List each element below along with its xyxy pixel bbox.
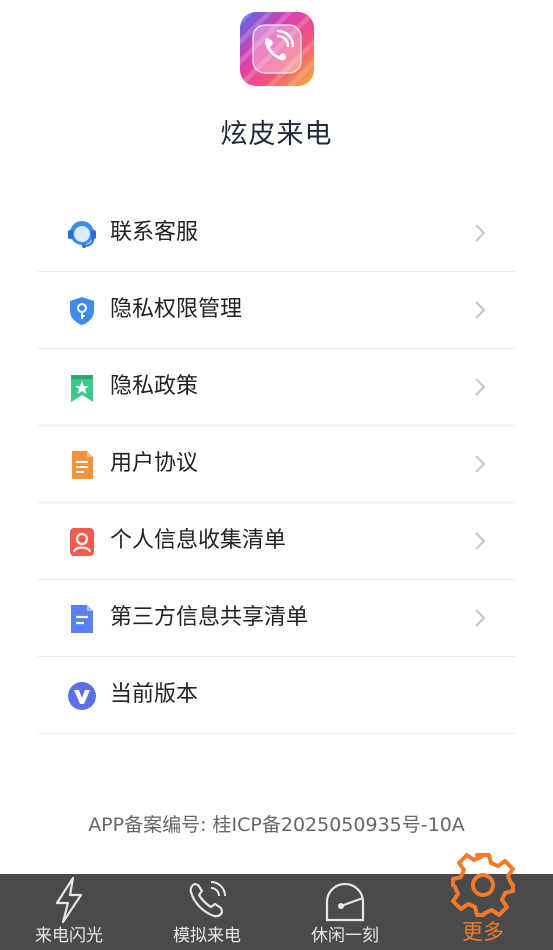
app-title: 炫皮来电 — [220, 119, 333, 150]
icp-record-text: APP备案编号: 桂ICP备2025050935号-10A — [88, 814, 465, 836]
chevron-right-icon — [473, 607, 487, 629]
v-badge-icon — [66, 680, 98, 712]
menu-item-privacy-permissions[interactable]: 隐私权限管理 — [38, 272, 515, 349]
menu-item-third-party-sharing[interactable]: 第三方信息共享清单 — [38, 580, 515, 657]
chevron-right-icon — [473, 530, 487, 552]
menu-item-label: 隐私权限管理 — [110, 297, 243, 322]
tab-label: 更多 — [462, 920, 504, 944]
menu-item-current-version[interactable]: 当前版本 — [38, 657, 515, 734]
chevron-right-icon — [473, 299, 487, 321]
menu-item-label: 当前版本 — [110, 682, 199, 707]
tab-label: 模拟来电 — [173, 926, 241, 946]
settings-menu: 联系客服 隐私权限管理 隐私政策 用户协议 个人信息收集清单 第三方信息共享清单… — [38, 195, 515, 734]
menu-item-label: 用户协议 — [110, 451, 199, 476]
bottom-tab-bar: 来电闪光 模拟来电 休闲一刻 更多 — [0, 853, 553, 950]
person-card-icon — [66, 526, 98, 558]
menu-item-label: 联系客服 — [110, 220, 199, 245]
tab-label: 来电闪光 — [35, 926, 103, 946]
tab-simulated-call[interactable]: 模拟来电 — [138, 874, 276, 950]
bookmark-star-icon — [66, 372, 98, 404]
menu-item-label: 第三方信息共享清单 — [110, 605, 309, 630]
gear-icon — [448, 850, 518, 924]
menu-item-privacy-policy[interactable]: 隐私政策 — [38, 349, 515, 426]
document-icon — [66, 449, 98, 481]
tab-more[interactable]: 更多 — [414, 853, 552, 950]
menu-item-user-agreement[interactable]: 用户协议 — [38, 426, 515, 503]
chevron-right-icon — [473, 376, 487, 398]
app-header: 炫皮来电 — [0, 0, 553, 175]
tab-label: 休闲一刻 — [311, 926, 379, 946]
menu-item-label: 隐私政策 — [110, 374, 199, 399]
shield-key-icon — [66, 295, 98, 327]
customer-service-icon — [66, 218, 98, 250]
tab-incoming-flash[interactable]: 来电闪光 — [0, 874, 138, 950]
menu-item-customer-service[interactable]: 联系客服 — [38, 195, 515, 272]
app-logo — [240, 12, 314, 86]
menu-item-label: 个人信息收集清单 — [110, 528, 287, 553]
tab-leisure-moment[interactable]: 休闲一刻 — [276, 874, 414, 950]
menu-item-personal-info-list[interactable]: 个人信息收集清单 — [38, 503, 515, 580]
file-lines-icon — [66, 603, 98, 635]
chevron-right-icon — [473, 453, 487, 475]
chevron-right-icon — [473, 222, 487, 244]
